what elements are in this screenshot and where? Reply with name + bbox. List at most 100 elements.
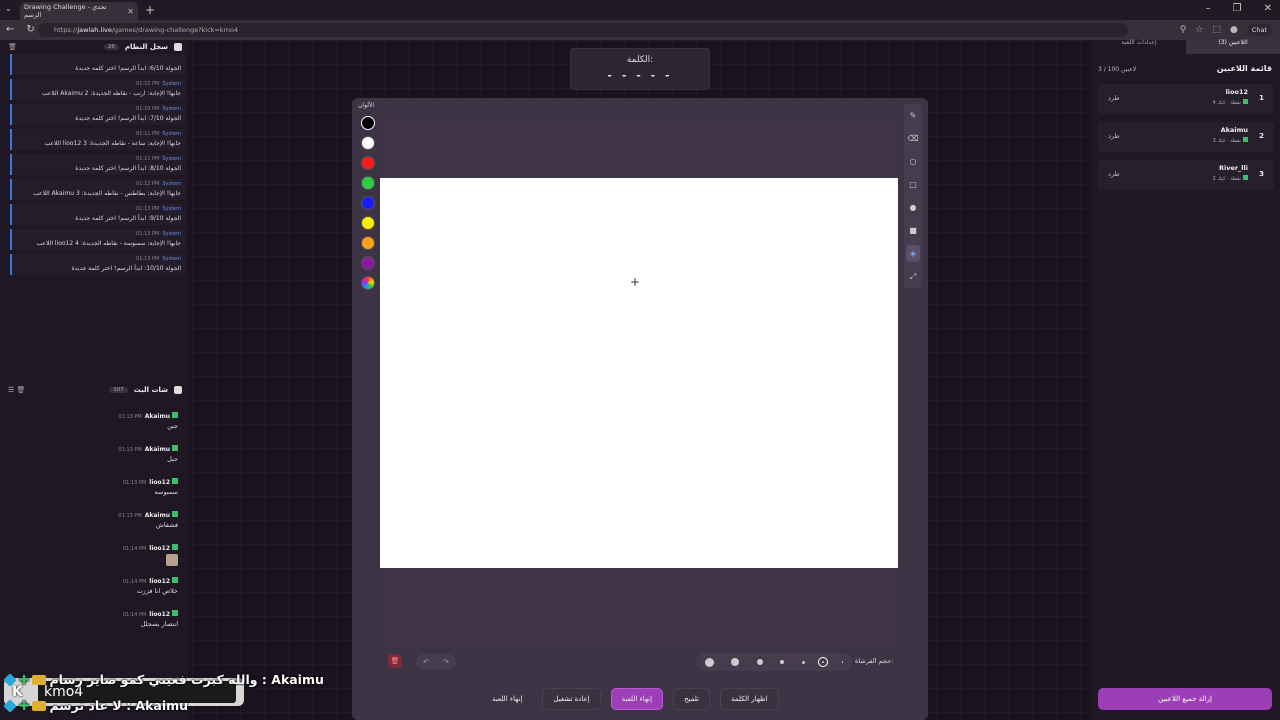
- color-swatch[interactable]: [361, 176, 375, 190]
- log-message: اللاعب lioo12 جابها! الإجابة: ساعة - نقا…: [44, 140, 181, 147]
- chat-username[interactable]: lioo12: [149, 545, 170, 552]
- log-message: الجولة 6/10: ابدأ الرسم! اختر كلمة جديدة: [75, 65, 181, 72]
- kick-badge-icon: [172, 610, 178, 616]
- player-points: 2 نقطة · كيك: [1212, 176, 1241, 182]
- log-meta: 01:12 PM System: [16, 181, 181, 189]
- game-actions: إنهاء اللعبة إعادة تشغيل إنهاء اللعبة تل…: [482, 688, 779, 710]
- color-swatch[interactable]: [361, 256, 375, 270]
- log-meta: 01:11 PM System: [16, 156, 181, 164]
- log-sender: System: [162, 181, 181, 187]
- chat-text: فشفاش: [155, 521, 178, 529]
- left-panel: 🗑 26 سجل النظام الجولة 6/10: ابدأ الرسم!…: [0, 40, 188, 720]
- star-icon[interactable]: ☆: [1195, 25, 1203, 35]
- chat-time: 01:14 PM: [122, 579, 147, 585]
- profile-icon[interactable]: ●: [1230, 25, 1238, 35]
- kick-player-button[interactable]: طرد: [1108, 94, 1120, 102]
- chat-username[interactable]: lioo12: [149, 611, 170, 618]
- undo-icon[interactable]: ↶: [423, 658, 429, 666]
- brush-size-sm[interactable]: [780, 660, 785, 664]
- tab-players[interactable]: اللاعبين (3): [1186, 40, 1280, 54]
- player-points-line: 2 نقطة · كيك: [1213, 175, 1248, 182]
- translate-icon[interactable]: ⚲: [1180, 25, 1187, 35]
- color-swatch[interactable]: [361, 116, 375, 130]
- system-log-header: 🗑 26 سجل النظام: [0, 40, 188, 54]
- players-title: قائمة اللاعبين: [1216, 64, 1272, 73]
- color-swatch[interactable]: [361, 196, 375, 210]
- end-game-button[interactable]: إنهاء اللعبة: [610, 688, 664, 710]
- filled-circle-icon[interactable]: ●: [906, 199, 920, 216]
- color-swatch[interactable]: [361, 236, 375, 250]
- end-game-text-button[interactable]: إنهاء اللعبة: [482, 688, 532, 710]
- overlay-line-2-text: لا عاد ترسم : Akaimu: [49, 698, 189, 713]
- log-sender: System: [162, 106, 181, 112]
- brush-size-xl[interactable]: [704, 657, 714, 667]
- tab-menu-icon[interactable]: ⌄: [5, 4, 12, 13]
- minimize-icon[interactable]: –: [1206, 3, 1211, 14]
- player-points-line: 3 نقطة · كيك: [1213, 137, 1248, 144]
- filled-rectangle-icon[interactable]: ■: [906, 222, 920, 239]
- eraser-icon[interactable]: ⌫: [906, 130, 920, 147]
- chat-text: جبل: [167, 455, 178, 463]
- kick-player-button[interactable]: طرد: [1108, 170, 1120, 178]
- chat-time: 01:13 PM: [118, 447, 142, 453]
- chat-username[interactable]: Akaimu: [145, 512, 170, 519]
- live-chat-list[interactable]: 01:13 PM Akaimu جبن 01:13 PM Akaimu جبل 01:13 …: [0, 412, 188, 643]
- restart-button[interactable]: إعادة تشغيل: [542, 688, 601, 710]
- back-icon[interactable]: ←: [6, 24, 14, 35]
- chat-username[interactable]: lioo12: [149, 578, 170, 585]
- chat-message: 01:14 PM lioo12: [0, 544, 188, 577]
- color-swatch[interactable]: [361, 136, 375, 150]
- reload-icon[interactable]: ↻: [26, 24, 34, 35]
- hint-button[interactable]: تلميح: [673, 688, 711, 710]
- brush-size-md[interactable]: [756, 659, 763, 665]
- system-log-list[interactable]: الجولة 6/10: ابدأ الرسم! اختر كلمة جديدة…: [10, 54, 185, 364]
- chat-user-line: 01:14 PM lioo12: [10, 610, 178, 620]
- reveal-word-button[interactable]: اظهار الكلمة: [720, 688, 779, 710]
- log-sender: System: [162, 206, 181, 212]
- trash-icon[interactable]: 🗑: [8, 43, 17, 51]
- kick-player-button[interactable]: طرد: [1108, 132, 1120, 140]
- redo-icon[interactable]: ↷: [443, 658, 449, 666]
- chat-username[interactable]: Akaimu: [145, 446, 170, 453]
- system-log-item: 01:11 PM System الجولة 8/10: ابدأ الرسم! ا…: [10, 154, 185, 175]
- kick-badge-icon: [1243, 99, 1248, 104]
- brush-size-selected[interactable]: [818, 657, 829, 667]
- clear-canvas-icon[interactable]: 🗑: [388, 654, 402, 668]
- chat-username[interactable]: Akaimu: [145, 413, 170, 420]
- brush-size-xxs[interactable]: [841, 661, 844, 663]
- brush-size-lg[interactable]: [731, 658, 740, 666]
- chat-user-line: 01:13 PM Akaimu: [10, 511, 178, 521]
- chat-tools-icon[interactable]: ☰ 🗑: [8, 386, 25, 394]
- line-icon[interactable]: ⤢: [906, 268, 920, 285]
- fill-bucket-icon[interactable]: ◈: [906, 245, 920, 262]
- crown-badge-icon: [32, 700, 47, 711]
- url-field[interactable]: https://jawlah.live/games/drawing-challe…: [38, 23, 1128, 37]
- maximize-icon[interactable]: ❐: [1233, 3, 1242, 14]
- browser-tab[interactable]: Drawing Challenge - تحدي الرسم ✕: [20, 2, 138, 20]
- player-card: 1 lioo12 4 نقطة · كيك طرد: [1098, 84, 1274, 114]
- circle-icon[interactable]: ○: [906, 153, 920, 170]
- rectangle-icon[interactable]: □: [906, 176, 920, 193]
- custom-color-picker-icon[interactable]: [361, 276, 375, 290]
- drawing-canvas[interactable]: +: [380, 178, 898, 568]
- remove-all-players-button[interactable]: إزالة جميع اللاعبين: [1098, 688, 1272, 710]
- log-sender: System: [162, 131, 181, 137]
- chat-username[interactable]: lioo12: [149, 479, 170, 486]
- new-tab-icon[interactable]: +: [145, 3, 155, 17]
- system-log-item: 01:12 PM System اللاعب Akaimu جابها! الإجا…: [10, 179, 185, 200]
- log-time: 01:10 PM: [136, 81, 160, 87]
- brush-size-xs[interactable]: [801, 660, 805, 664]
- system-log-item: 01:13 PM System الجولة 10/10: ابدأ الرسم! …: [10, 254, 185, 275]
- kick-badge-icon: [172, 445, 178, 451]
- window-close-icon[interactable]: ✕: [1264, 3, 1272, 14]
- color-swatch[interactable]: [361, 216, 375, 230]
- drawing-panel: الألوان + ✎ ⌫ ○ □ ● ■ ◈ ⤢ 🗑 ↶ ↷ حجم الفر…: [352, 98, 928, 720]
- chat-button[interactable]: Chat: [1246, 24, 1272, 36]
- close-tab-icon[interactable]: ✕: [127, 7, 134, 16]
- extensions-icon[interactable]: ⬚: [1212, 25, 1221, 35]
- color-swatch[interactable]: [361, 156, 375, 170]
- tab-settings[interactable]: إعدادات اللعبة: [1092, 40, 1186, 54]
- pencil-icon[interactable]: ✎: [906, 107, 920, 124]
- log-message: اللاعب lioo12 جابها! الإجابة: سمبوسة - ن…: [36, 240, 181, 247]
- kick-badge-icon: [172, 511, 178, 517]
